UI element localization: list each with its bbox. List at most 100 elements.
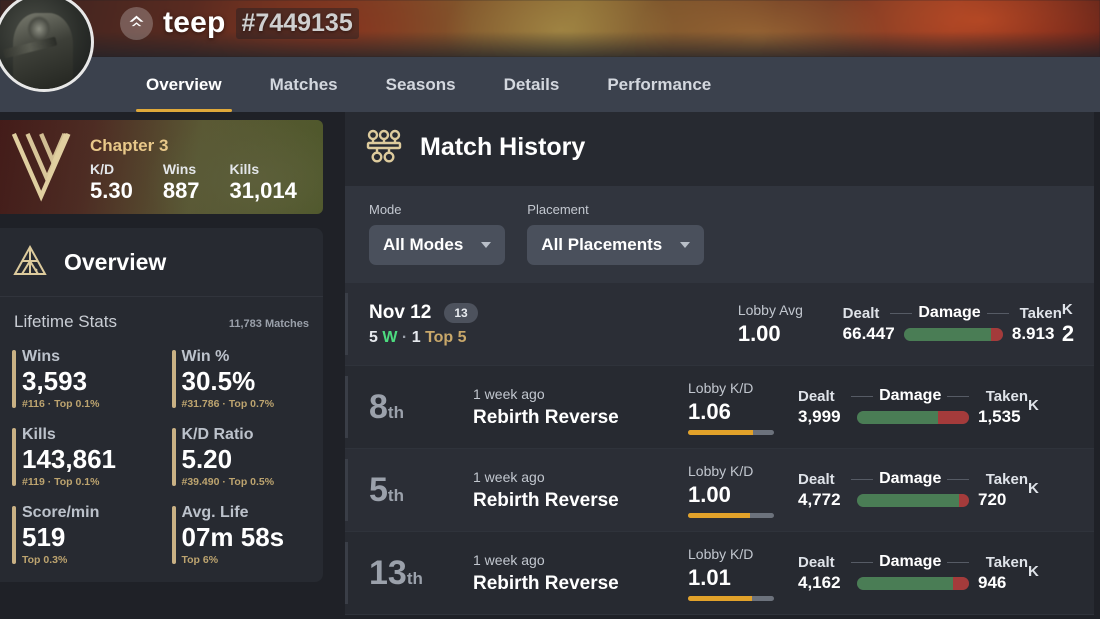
lobby-label: Lobby K/D	[688, 545, 754, 562]
damage-bar	[903, 327, 1003, 341]
chapter-stat-value: 5.30	[90, 178, 133, 203]
date-summary: Nov 12 13 5 W · 1 Top 5	[369, 302, 533, 347]
stat-cell: Score/min 519 Top 0.3%	[8, 498, 156, 576]
damage-label: Damage	[918, 304, 981, 321]
chapter-card[interactable]: Chapter 3 K/D 5.30 Wins 887 Kills 31,014	[0, 120, 323, 214]
damage-block: Dealt Damage Taken 4,772 720	[798, 470, 1028, 510]
date-summary-row: Nov 12 13 5 W · 1 Top 5 Lobby Avg 1.00 Dealt D…	[345, 283, 1100, 366]
kills-label: K	[1028, 563, 1039, 580]
tab-overview[interactable]: Overview	[122, 57, 246, 112]
dealt-label: Dealt	[798, 387, 835, 405]
overview-title: Overview	[64, 248, 167, 275]
lobby-kd-bar	[688, 512, 774, 518]
stat-cell: Wins 3,593 #116 · Top 0.1%	[8, 342, 156, 420]
summary-damage: Dealt Damage Taken 66.447 8.913	[843, 304, 1062, 344]
placement: 8th	[369, 390, 473, 424]
match-row[interactable]: 5th 1 week ago Rebirth Reverse Lobby K/D 1.0…	[345, 449, 1100, 532]
chevron-down-icon	[680, 242, 691, 248]
stat-rank: #31.786 · Top 0.7%	[181, 398, 275, 411]
placement: 13th	[369, 556, 473, 590]
placement-suffix: th	[387, 403, 404, 422]
dealt-value: 66.447	[842, 324, 895, 343]
lobby-kd: Lobby K/D 1.01	[688, 546, 798, 601]
taken-label: Taken	[985, 387, 1028, 405]
stat-value: 30.5%	[181, 366, 256, 396]
chapter-stat: Wins 887	[163, 161, 200, 204]
summary-top5-label: Top 5	[425, 328, 467, 346]
overview-card: Overview Lifetime Stats 11,783 Matches W…	[0, 228, 323, 583]
page-body: Chapter 3 K/D 5.30 Wins 887 Kills 31,014 Over…	[0, 112, 1100, 619]
filter-group: Mode All Modes	[369, 202, 506, 265]
damage-label: Damage	[879, 553, 942, 570]
stat-label: Score/min	[22, 504, 100, 522]
damage-label: Damage	[879, 387, 942, 404]
placement-number: 5	[369, 471, 388, 509]
activision-icon	[120, 6, 153, 40]
stat-label: Kills	[22, 426, 56, 444]
filter-label: Placement	[527, 202, 589, 217]
damage-block: Dealt Damage Taken 3,999 1,535	[798, 387, 1028, 427]
stat-rank: #116 · Top 0.1%	[22, 398, 100, 411]
kills-block: K	[1028, 563, 1068, 583]
stat-value: 3,593	[22, 366, 88, 396]
chapter-title: Chapter 3	[90, 136, 169, 155]
lobby-value: 1.00	[688, 481, 731, 507]
tab-seasons[interactable]: Seasons	[362, 57, 480, 112]
match-history-icon	[366, 129, 402, 163]
filter-value: All Placements	[541, 235, 663, 254]
dealt-label: Dealt	[798, 470, 835, 488]
kills-label: K	[1028, 397, 1039, 414]
stat-label: K/D Ratio	[181, 426, 254, 444]
match-history-panel: Match History Mode All Modes Placement All …	[345, 112, 1100, 619]
stat-label: Wins	[22, 348, 61, 365]
mode-filter[interactable]: All Modes	[369, 225, 506, 265]
placement-number: 8	[369, 388, 388, 426]
chapter-stat-label: Kills	[229, 161, 260, 177]
placement-number: 13	[369, 554, 407, 592]
taken-label: Taken	[1019, 304, 1062, 322]
tab-matches[interactable]: Matches	[246, 57, 362, 112]
damage-block: Dealt Damage Taken 4,162 946	[798, 553, 1028, 593]
lobby-kd-bar	[688, 595, 774, 601]
filter-group: Placement All Placements	[527, 202, 705, 265]
matches-count: 11,783 Matches	[228, 318, 309, 330]
summary-wins-suffix: W	[382, 328, 398, 346]
match-mode: Rebirth Reverse	[473, 489, 619, 511]
scrollbar-gutter[interactable]	[1094, 112, 1100, 619]
placement-suffix: th	[406, 569, 423, 588]
match-info: 1 week ago Rebirth Reverse	[473, 386, 688, 429]
tab-performance[interactable]: Performance	[583, 57, 735, 112]
chapter-stat-value: 31,014	[229, 178, 297, 203]
match-info: 1 week ago Rebirth Reverse	[473, 469, 688, 512]
profile-nav: Overview Matches Seasons Details Performance	[0, 57, 1100, 112]
match-row[interactable]: 13th 1 week ago Rebirth Reverse Lobby K/D 1.…	[345, 532, 1100, 615]
stat-value: 519	[22, 522, 66, 553]
lobby-value: 1.06	[688, 398, 731, 424]
match-time-ago: 1 week ago	[473, 551, 545, 568]
tab-details[interactable]: Details	[480, 57, 584, 112]
taken-value: 720	[978, 490, 1007, 509]
chapter-stat: K/D 5.30	[90, 161, 133, 204]
summary-separator: ·	[401, 328, 408, 346]
taken-value: 946	[978, 573, 1007, 592]
stat-rank: #119 · Top 0.1%	[22, 476, 100, 489]
chevron-down-icon	[481, 242, 492, 248]
summary-lobby: Lobby Avg 1.00	[738, 302, 843, 347]
stat-cell: Avg. Life 07m 58s Top 6%	[168, 498, 316, 576]
match-info: 1 week ago Rebirth Reverse	[473, 552, 688, 595]
stat-rank: Top 6%	[181, 554, 219, 567]
match-history-title: Match History	[420, 132, 586, 161]
taken-label: Taken	[985, 553, 1028, 571]
stat-cell: Kills 143,861 #119 · Top 0.1%	[8, 420, 156, 498]
lobby-kd: Lobby K/D 1.00	[688, 463, 798, 518]
summary-top5-count: 1	[411, 328, 421, 346]
stat-rank: Top 0.3%	[22, 554, 68, 567]
lobby-label: Lobby Avg	[737, 301, 803, 318]
match-row[interactable]: 8th 1 week ago Rebirth Reverse Lobby K/D 1.0…	[345, 366, 1100, 449]
lifetime-header: Lifetime Stats 11,783 Matches	[0, 297, 323, 342]
match-filters: Mode All Modes Placement All Placements	[345, 186, 1100, 283]
placement-filter[interactable]: All Placements	[527, 225, 705, 265]
sidebar: Chapter 3 K/D 5.30 Wins 887 Kills 31,014 Over…	[0, 112, 323, 583]
match-mode: Rebirth Reverse	[473, 572, 619, 594]
stat-value: 143,861	[22, 444, 116, 475]
